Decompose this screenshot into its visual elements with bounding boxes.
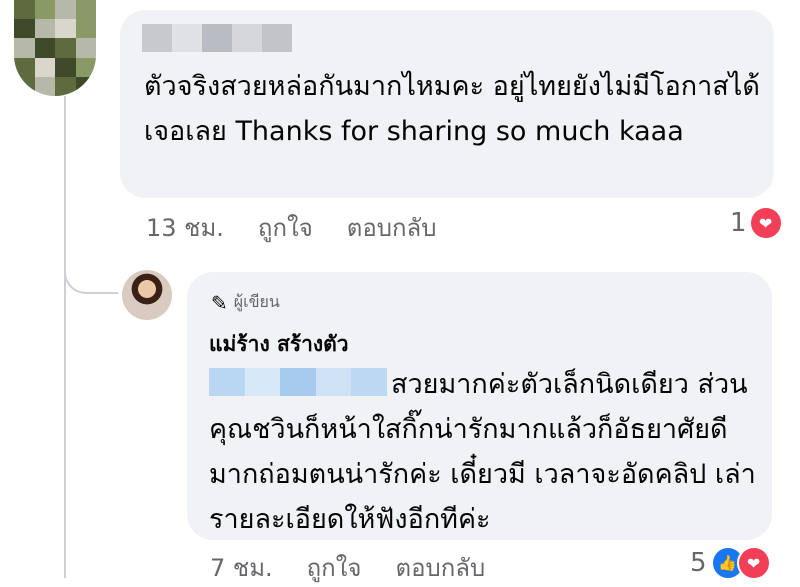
author-name[interactable]: แม่ร้าง สร้างตัว	[209, 328, 349, 361]
heart-icon: ❤	[736, 546, 771, 580]
reaction-summary[interactable]: 1 ❤	[730, 206, 783, 240]
reply-reply-button[interactable]: ตอบกลับ	[395, 548, 485, 587]
comment-time[interactable]: 13 ชม.	[146, 208, 224, 247]
reply-time[interactable]: 7 ชม.	[210, 548, 273, 587]
reply-text: สวยมากค่ะตัวเล็กนิดเดียว ส่วนคุณชวินก็หน…	[209, 369, 756, 535]
author-badge-label: ผู้เขียน	[233, 292, 280, 311]
heart-icon: ❤	[748, 206, 783, 240]
thread-line	[64, 96, 66, 578]
author-badge: ✎ ผู้เขียน	[211, 290, 280, 315]
comment-text: ตัวจริงสวยหล่อกันมากไหมคะ อยู่ไทยยังไม่ม…	[144, 71, 760, 147]
reply-like-button[interactable]: ถูกใจ	[307, 548, 362, 587]
comment-bubble: ตัวจริงสวยหล่อกันมากไหมคะ อยู่ไทยยังไม่ม…	[120, 10, 774, 198]
reply-reaction-summary[interactable]: 5 👍 ❤	[690, 546, 771, 580]
reply-reaction-count: 5	[690, 548, 707, 578]
reply-button[interactable]: ตอบกลับ	[347, 208, 437, 247]
author-avatar[interactable]	[122, 270, 172, 320]
commenter-avatar[interactable]	[14, 0, 96, 96]
thread-connector	[64, 250, 118, 294]
reaction-count: 1	[730, 208, 747, 238]
reply-bubble: ✎ ผู้เขียน แม่ร้าง สร้างตัว สวยมากค่ะตัว…	[187, 272, 772, 540]
commenter-name-blurred[interactable]	[142, 24, 292, 52]
comment-actions: 13 ชม. ถูกใจ ตอบกลับ	[146, 208, 436, 247]
reply-actions: 7 ชม. ถูกใจ ตอบกลับ	[210, 548, 485, 587]
pencil-icon: ✎	[211, 290, 228, 315]
like-button[interactable]: ถูกใจ	[258, 208, 313, 247]
